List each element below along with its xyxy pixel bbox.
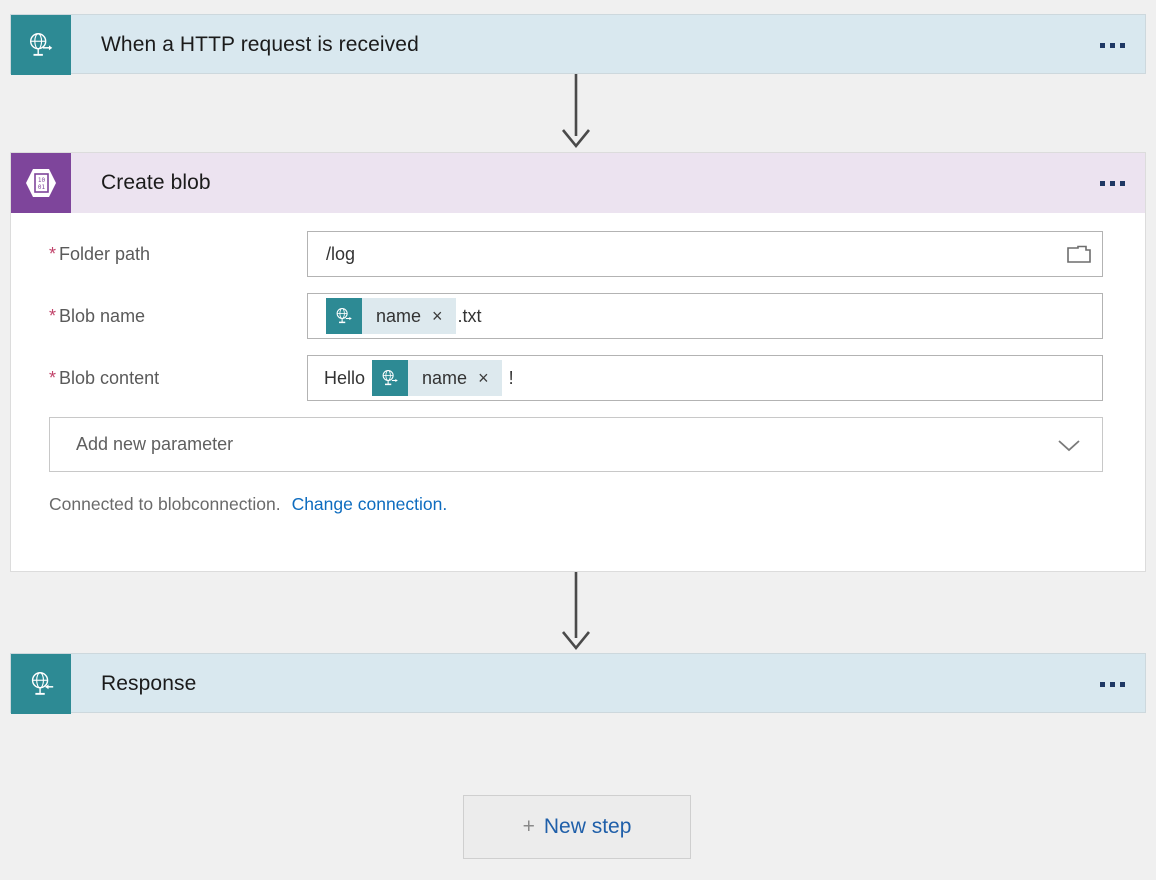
token-remove-icon[interactable]: ×: [432, 307, 456, 325]
dot: [1099, 681, 1105, 687]
dot: [1109, 681, 1115, 687]
response-title: Response: [101, 672, 197, 695]
folder-path-input[interactable]: /log: [307, 231, 1103, 277]
svg-text:01: 01: [38, 184, 46, 191]
http-response-globe-icon: [11, 654, 71, 714]
http-request-globe-icon: [11, 15, 71, 75]
blob-content-label: * Blob content: [49, 368, 307, 389]
action-card-body: * Folder path /log * Blob name name × .t…: [11, 213, 1145, 537]
trigger-card[interactable]: When a HTTP request is received: [10, 14, 1146, 75]
connector-action-to-response: [556, 572, 596, 654]
svg-text:10: 10: [38, 177, 46, 184]
blob-content-label-text: Blob content: [59, 367, 160, 388]
folder-path-label-text: Folder path: [59, 243, 151, 264]
field-row-blob-name: * Blob name name × .txt: [49, 293, 1103, 339]
dot: [1099, 180, 1105, 186]
dynamic-content-globe-icon: [326, 298, 362, 334]
blob-name-suffix-text: .txt: [457, 305, 482, 326]
field-row-blob-content: * Blob content Hello name × !: [49, 355, 1103, 401]
action-card-create-blob[interactable]: 10 01 Create blob * Folder path /log * B…: [10, 152, 1146, 572]
token-remove-icon[interactable]: ×: [478, 369, 502, 387]
action-title: Create blob: [101, 171, 211, 194]
new-step-label: New step: [543, 815, 632, 838]
folder-picker-icon[interactable]: [1066, 243, 1092, 265]
folder-path-value: /log: [326, 243, 356, 264]
add-new-parameter-row: Add new parameter: [49, 417, 1103, 472]
new-step-button[interactable]: + New step: [463, 795, 691, 859]
blob-name-label: * Blob name: [49, 306, 307, 327]
add-new-parameter-placeholder: Add new parameter: [76, 434, 234, 454]
trigger-title: When a HTTP request is received: [101, 33, 419, 56]
token-label: name: [422, 367, 468, 388]
dot: [1109, 180, 1115, 186]
token-label: name: [376, 305, 422, 326]
blob-content-suffix-text: !: [503, 367, 514, 388]
dynamic-token-name[interactable]: name ×: [372, 360, 502, 396]
folder-path-label: * Folder path: [49, 244, 307, 265]
chevron-down-icon[interactable]: [1056, 437, 1082, 453]
response-card-header[interactable]: Response: [11, 654, 1145, 714]
connector-trigger-to-action: [556, 74, 596, 152]
add-new-parameter-select[interactable]: Add new parameter: [49, 417, 1103, 472]
required-asterisk: *: [49, 306, 57, 326]
dot: [1119, 180, 1125, 186]
action-more-options-button[interactable]: [1079, 153, 1145, 213]
plus-icon: +: [522, 815, 535, 838]
dot: [1109, 42, 1115, 48]
required-asterisk: *: [49, 368, 57, 388]
dot: [1119, 681, 1125, 687]
required-asterisk: *: [49, 244, 57, 264]
change-connection-link[interactable]: Change connection.: [292, 494, 448, 515]
dot: [1119, 42, 1125, 48]
trigger-card-header[interactable]: When a HTTP request is received: [11, 15, 1145, 75]
connection-status-text: Connected to blobconnection.: [49, 494, 281, 514]
action-card-header[interactable]: 10 01 Create blob: [11, 153, 1145, 213]
response-card[interactable]: Response: [10, 653, 1146, 714]
field-row-folder-path: * Folder path /log: [49, 231, 1103, 277]
dynamic-content-globe-icon: [372, 360, 409, 396]
blob-binary-hexagon-icon: 10 01: [11, 153, 71, 213]
response-more-options-button[interactable]: [1079, 654, 1145, 714]
blob-name-label-text: Blob name: [59, 305, 146, 326]
trigger-more-options-button[interactable]: [1079, 15, 1145, 75]
dot: [1099, 42, 1105, 48]
blob-content-input[interactable]: Hello name × !: [307, 355, 1103, 401]
connection-status-row: Connected to blobconnection. Change conn…: [49, 494, 1103, 515]
dynamic-token-name[interactable]: name ×: [326, 298, 456, 334]
blob-name-input[interactable]: name × .txt: [307, 293, 1103, 339]
blob-content-prefix-text: Hello: [324, 367, 371, 388]
